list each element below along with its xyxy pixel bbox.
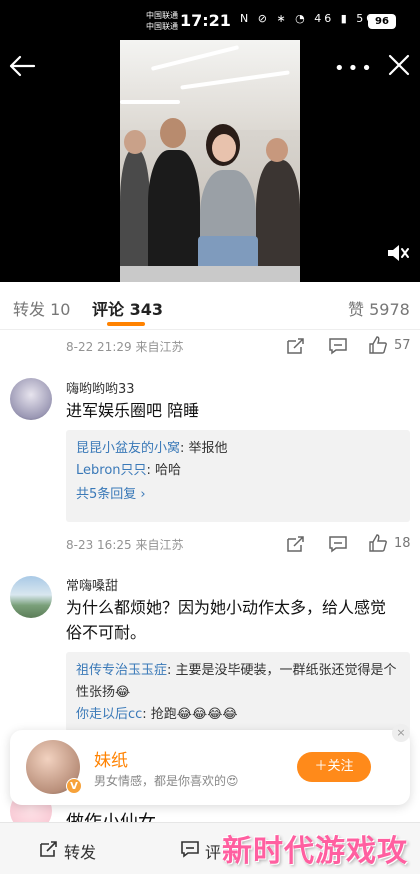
reply-text: : 抢跑😂😂😂😂 [142, 707, 238, 722]
battery-indicator: 96 [368, 14, 396, 29]
person-head [212, 134, 236, 162]
avatar[interactable] [10, 576, 52, 618]
video-player[interactable] [120, 40, 300, 282]
active-tab-indicator [107, 322, 145, 326]
reply-box[interactable]: 祖传专治玉玉症: 主要是没毕硬装，一群纸张还觉得是个性张扬😂 你走以后cc: 抢… [66, 652, 410, 732]
reply-text: : 举报他 [180, 441, 228, 456]
watermark: 新时代游戏攻略 [222, 834, 408, 869]
comment-icon[interactable] [328, 535, 348, 553]
person-figure [256, 160, 300, 282]
verified-badge-icon: V [66, 778, 82, 794]
carrier-labels: 中国联通 中国联通 [146, 10, 178, 32]
person-figure [120, 150, 150, 282]
like-count: 18 [394, 536, 411, 551]
like-count: 57 [394, 338, 411, 353]
like-icon[interactable] [368, 336, 388, 354]
avatar[interactable] [10, 378, 52, 420]
tab-comments[interactable]: 评论 343 [92, 296, 163, 320]
repost-button[interactable]: 转发 [64, 839, 96, 863]
reply-text: : 哈哈 [146, 463, 182, 478]
suggested-user-description: 男女情感，都是你喜欢的😍 [94, 774, 239, 788]
comment-text: 为什么都烦她？因为她小动作太多，给人感觉俗不可耐。 [66, 598, 387, 642]
carrier-2: 中国联通 [146, 22, 178, 31]
clock: 17:21 [180, 11, 231, 30]
tab-repost[interactable]: 转发 10 [13, 296, 70, 320]
tab-likes[interactable]: 赞 5978 [348, 296, 410, 320]
reply-box[interactable]: 昆昆小盆友的小窝: 举报他 Lebron只只: 哈哈 共5条回复 › [66, 430, 410, 522]
content-tabs: 转发 10 评论 343 赞 5978 [0, 282, 420, 330]
reply-username[interactable]: 祖传专治玉玉症 [76, 663, 167, 678]
speaker-mute-icon[interactable] [386, 242, 410, 264]
reply-item: 你走以后cc: 抢跑😂😂😂😂 [76, 704, 400, 726]
video-floor [120, 266, 300, 282]
close-icon[interactable] [386, 52, 412, 78]
comment-icon[interactable] [328, 337, 348, 355]
comment-text: 进军娱乐圈吧 陪睡 [66, 401, 200, 420]
suggested-user-name[interactable]: 妹纸 [94, 746, 128, 771]
reply-item: 昆昆小盆友的小窝: 举报他 [76, 438, 400, 460]
ceiling-light [120, 100, 180, 104]
comment-meta: 8-22 21:29 来自江苏 [66, 340, 184, 354]
back-arrow-icon[interactable] [6, 50, 38, 82]
person-head [160, 118, 186, 148]
comment-icon[interactable] [180, 840, 200, 858]
share-icon[interactable] [285, 535, 305, 553]
reply-username[interactable]: 你走以后cc [76, 707, 142, 722]
more-replies-link[interactable]: 共5条回复 › [76, 484, 400, 506]
follow-button[interactable]: ＋关注 [297, 752, 371, 782]
reply-item: 祖传专治玉玉症: 主要是没毕硬装，一群纸张还觉得是个性张扬😂 [76, 660, 400, 704]
follow-suggestion-card[interactable]: × V 妹纸 男女情感，都是你喜欢的😍 ＋关注 [10, 724, 410, 805]
more-options-icon[interactable]: ••• [334, 58, 375, 79]
status-bar: 中国联通 中国联通 17:21 N ⊘ ∗ ◔ 46 ▮ 5G ▮ 96 [0, 0, 420, 40]
comment-meta: 8-23 16:25 来自江苏 [66, 538, 184, 552]
reply-username[interactable]: Lebron只只 [76, 463, 147, 478]
video-area: 中国联通 中国联通 17:21 N ⊘ ∗ ◔ 46 ▮ 5G ▮ 96 ••• [0, 0, 420, 282]
person-head [124, 130, 146, 154]
comment-username[interactable]: 嗨哟哟哟33 [66, 378, 135, 397]
comment-username[interactable]: 常嗨嗓甜 [66, 575, 118, 594]
comment-button[interactable]: 评 [205, 839, 221, 863]
repost-icon[interactable] [38, 840, 58, 858]
like-icon[interactable] [368, 534, 388, 552]
reply-item: Lebron只只: 哈哈 [76, 460, 400, 482]
share-icon[interactable] [285, 337, 305, 355]
reply-username[interactable]: 昆昆小盆友的小窝 [76, 441, 180, 456]
carrier-1: 中国联通 [146, 11, 178, 20]
person-figure [148, 150, 200, 282]
person-head [266, 138, 288, 162]
close-icon[interactable]: × [392, 724, 410, 742]
